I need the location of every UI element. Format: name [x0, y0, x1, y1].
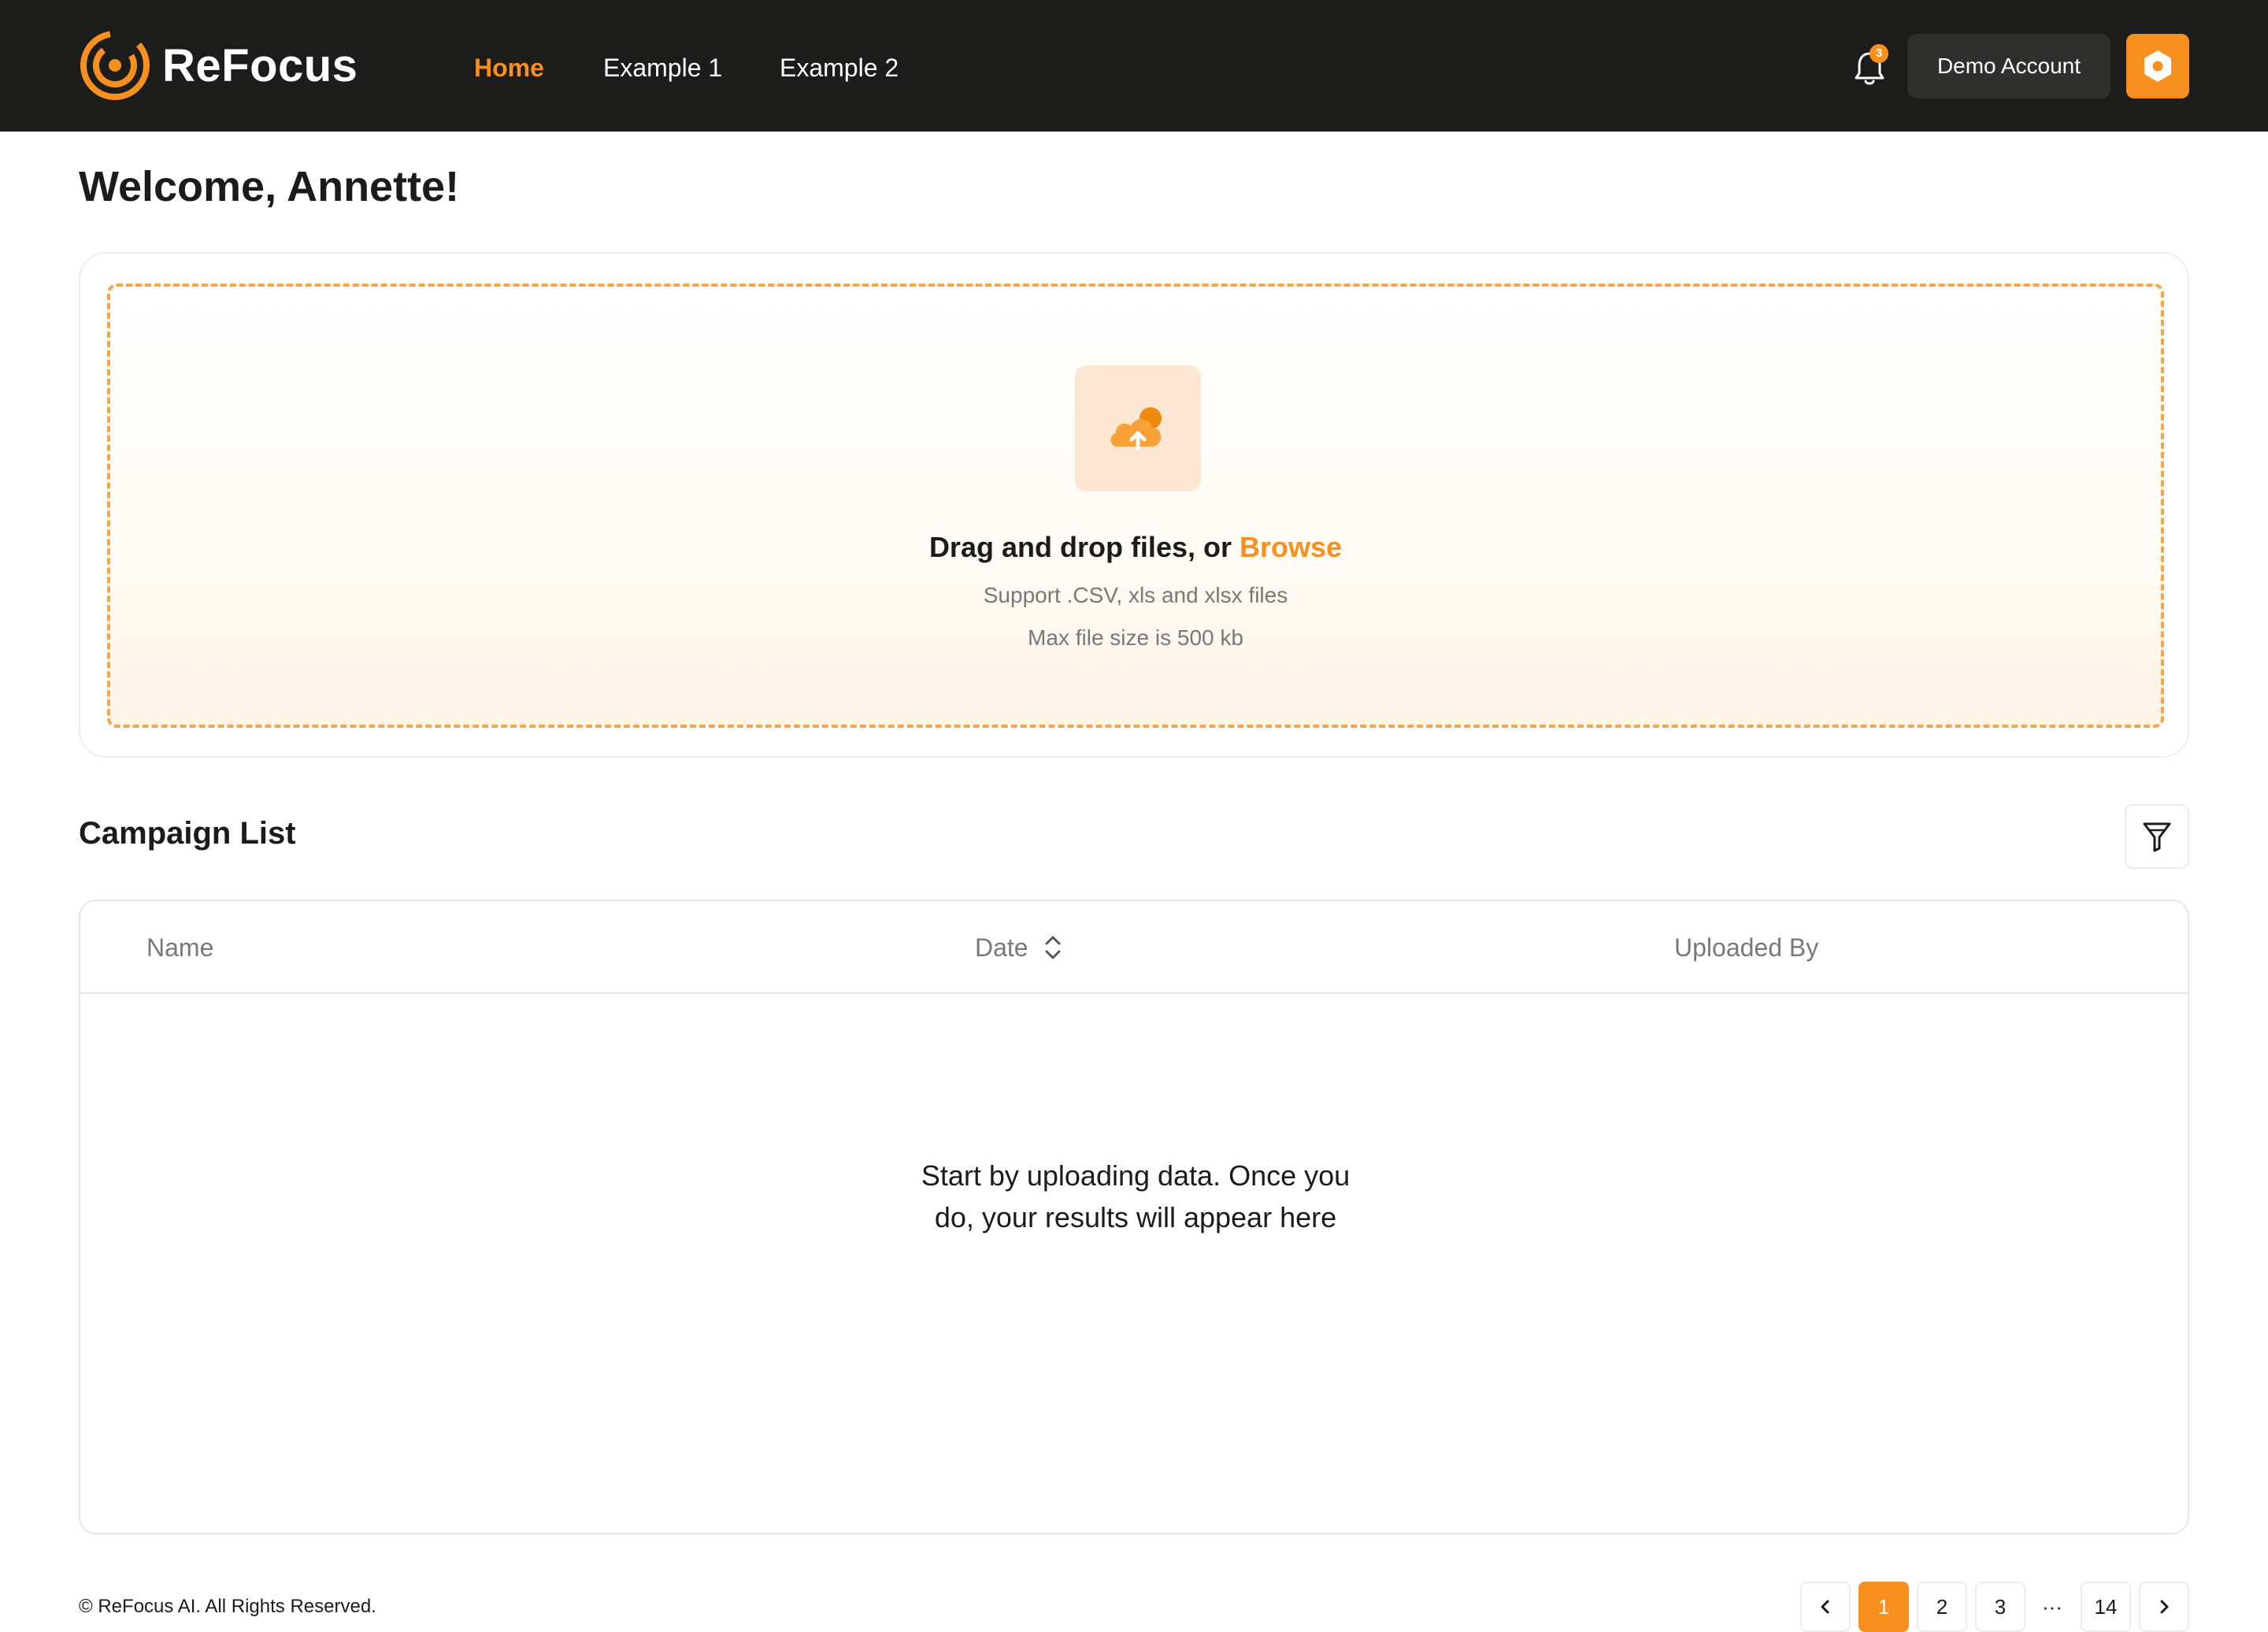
- sort-icon[interactable]: [1041, 931, 1065, 964]
- demo-account-button[interactable]: Demo Account: [1907, 34, 2110, 98]
- brand-name: ReFocus: [162, 39, 358, 91]
- campaign-table: Name Date Uploaded By Start by uploading…: [79, 899, 2189, 1534]
- campaign-list-title: Campaign List: [79, 816, 296, 851]
- nav-link-example-2[interactable]: Example 2: [780, 49, 899, 87]
- column-header-name[interactable]: Name: [146, 929, 213, 966]
- cloud-upload-icon: [1110, 407, 1162, 451]
- pagination-page-1[interactable]: 1: [1858, 1582, 1909, 1632]
- pagination-prev-button[interactable]: [1800, 1582, 1851, 1632]
- supported-formats-text: Support .CSV, xls and xlsx files: [983, 583, 1288, 607]
- max-file-size-text: Max file size is 500 kb: [1028, 625, 1243, 650]
- brand[interactable]: ReFocus: [79, 29, 358, 102]
- pagination-page-2[interactable]: 2: [1917, 1582, 1967, 1632]
- file-dropzone[interactable]: Drag and drop files, or Browse Support .…: [107, 284, 2164, 728]
- pagination-page-3[interactable]: 3: [1975, 1582, 2025, 1632]
- pagination-page-14[interactable]: 14: [2081, 1582, 2131, 1632]
- filter-icon: [2143, 822, 2171, 852]
- page-title: Welcome, Annette!: [79, 163, 460, 210]
- refocus-logo-icon: [80, 31, 150, 100]
- notification-badge: 3: [1870, 44, 1888, 63]
- column-header-date[interactable]: Date: [975, 929, 1065, 966]
- filter-button[interactable]: [2125, 804, 2189, 869]
- column-header-name-label: Name: [146, 933, 214, 962]
- nav-link-home[interactable]: Home: [474, 49, 544, 87]
- avatar-button[interactable]: [2126, 34, 2189, 98]
- column-header-uploaded-by-label: Uploaded By: [1674, 933, 1819, 962]
- chevron-right-icon: [2160, 1600, 2169, 1614]
- upload-card: Drag and drop files, or Browse Support .…: [79, 252, 2189, 758]
- dropzone-title-text: Drag and drop files, or: [928, 531, 1240, 563]
- column-header-uploaded-by[interactable]: Uploaded By: [1674, 929, 1818, 966]
- pagination: 1 2 3 ··· 14: [0, 1582, 2268, 1632]
- column-header-date-label: Date: [975, 933, 1028, 962]
- top-navbar: ReFocus Home Example 1 Example 2 3 Demo …: [0, 0, 2268, 132]
- dropzone-title: Drag and drop files, or Browse: [110, 531, 2161, 564]
- nav-link-example-1[interactable]: Example 1: [603, 49, 722, 87]
- chevron-left-icon: [1821, 1600, 1829, 1614]
- browse-link[interactable]: Browse: [1240, 531, 1342, 563]
- hexagon-icon: [2144, 50, 2171, 82]
- pagination-next-button[interactable]: [2139, 1582, 2189, 1632]
- table-header: Name Date Uploaded By: [80, 901, 2188, 994]
- upload-icon-box: [1075, 365, 1201, 491]
- pagination-ellipsis: ···: [2042, 1594, 2062, 1619]
- empty-state-message: Start by uploading data. Once you do, yo…: [921, 1159, 1351, 1233]
